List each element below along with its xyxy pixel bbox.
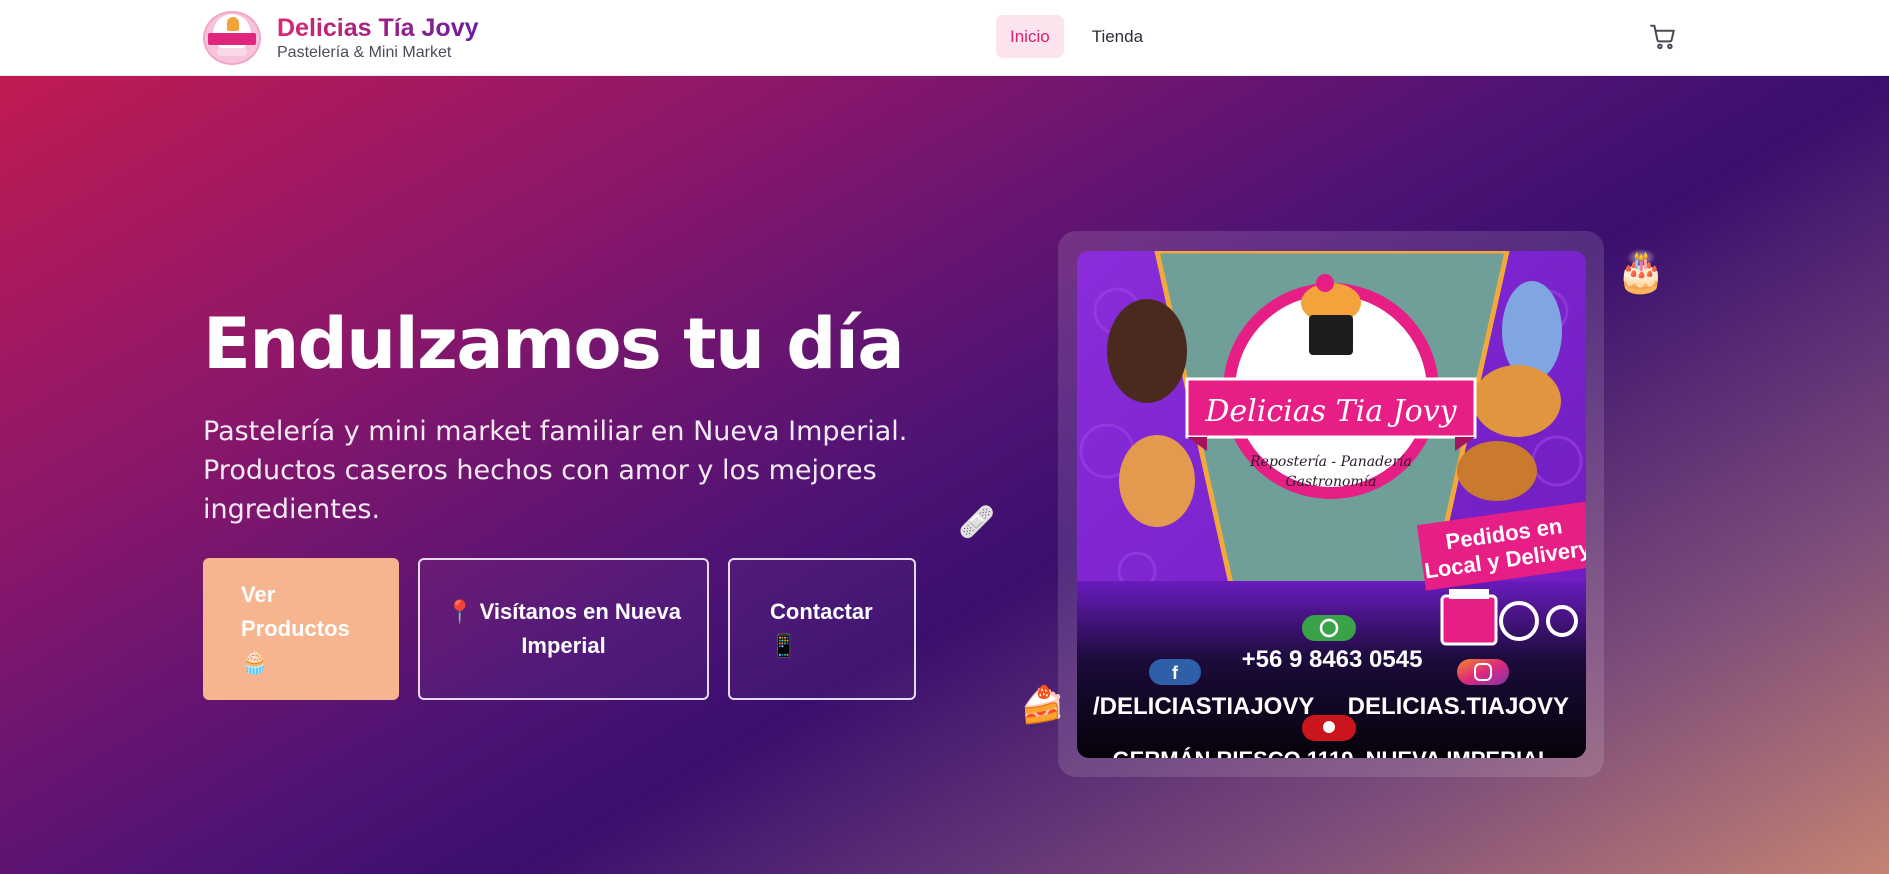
contact-label: Contactar <box>770 599 873 624</box>
brand-title: Delicias Tía Jovy <box>277 14 479 42</box>
hero-section: Endulzamos tu día Pastelería y mini mark… <box>0 76 1889 874</box>
flyer-tagline-1: Repostería - Panadería <box>1249 454 1412 470</box>
flyer-brand-text: Delicias Tia Jovy <box>1204 394 1457 429</box>
brand-subtitle: Pastelería & Mini Market <box>277 44 452 61</box>
shopping-cart-icon[interactable] <box>1648 22 1678 52</box>
view-products-button[interactable]: Ver Productos 🧁 <box>203 558 399 700</box>
bandage-icon: 🩹 <box>958 505 996 540</box>
brand-logo <box>203 11 261 65</box>
site-header: Delicias Tía Jovy Pastelería & Mini Mark… <box>0 0 1889 76</box>
brand-text: Delicias Tía Jovy Pastelería & Mini Mark… <box>277 13 479 63</box>
view-products-label: Ver Productos <box>241 582 350 641</box>
phone-icon: 📱 <box>770 633 798 658</box>
contact-button[interactable]: Contactar 📱 <box>728 558 916 700</box>
brand-link[interactable]: Delicias Tía Jovy Pastelería & Mini Mark… <box>203 10 479 66</box>
cupcake-icon: 🧁 <box>241 650 269 675</box>
main-nav: Inicio Tienda <box>996 15 1157 58</box>
nav-link-tienda[interactable]: Tienda <box>1078 15 1157 58</box>
hero-description: Pastelería y mini market familiar en Nue… <box>203 416 908 525</box>
svg-text:f: f <box>1172 663 1179 683</box>
location-pin-icon: 📍 <box>446 599 474 624</box>
visit-us-label: Visítanos en Nueva Imperial <box>479 599 681 658</box>
flyer-instagram: DELICIAS.TIAJOVY <box>1348 693 1569 720</box>
visit-us-button[interactable]: 📍 Visítanos en Nueva Imperial <box>418 558 709 700</box>
flyer-card: Delicias Tia Jovy Repostería - Panadería… <box>1058 231 1604 777</box>
flyer-address: GERMÁN RIESCO 1119, NUEVA IMPERIAL <box>1113 747 1552 758</box>
logo-cupcake <box>227 17 239 31</box>
flyer-phone: +56 9 8463 0545 <box>1242 646 1423 673</box>
nav-link-inicio[interactable]: Inicio <box>996 15 1064 58</box>
hero-title: Endulzamos tu día <box>203 303 905 385</box>
logo-banner <box>208 33 256 45</box>
flyer-tagline-2: Gastronomía <box>1285 474 1376 490</box>
flyer-facebook: /DELICIASTIAJOVY <box>1093 693 1314 720</box>
flyer-image: Delicias Tia Jovy Repostería - Panadería… <box>1077 251 1586 758</box>
logo-base <box>217 48 247 56</box>
birthday-cake-icon: 🎂 <box>1616 249 1666 295</box>
